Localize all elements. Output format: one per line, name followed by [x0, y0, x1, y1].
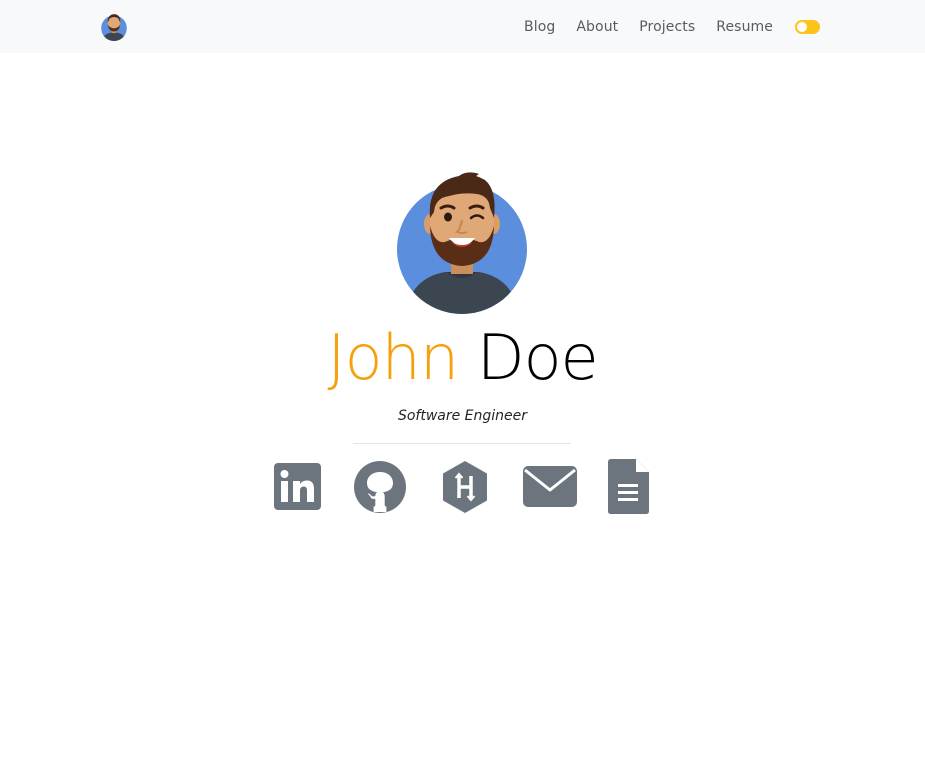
avatar-icon: [101, 14, 127, 41]
toggle-knob: [797, 21, 807, 32]
hackerrank-link[interactable]: [440, 461, 490, 513]
email-link[interactable]: [523, 466, 577, 507]
nav-avatar-logo[interactable]: [100, 13, 128, 41]
theme-toggle-switch[interactable]: [795, 19, 820, 34]
linkedin-link[interactable]: [274, 463, 321, 510]
avatar-icon: [397, 172, 527, 314]
nav-link-resume[interactable]: Resume: [716, 19, 773, 35]
hackerrank-icon: [443, 461, 487, 513]
github-link[interactable]: [354, 461, 406, 513]
first-name: John: [327, 321, 459, 394]
nav-links: Blog About Projects Resume: [524, 0, 820, 53]
nav-link-about[interactable]: About: [576, 19, 618, 35]
nav-link-blog[interactable]: Blog: [524, 19, 555, 35]
profile-avatar: [397, 172, 527, 314]
linkedin-icon: [274, 463, 321, 510]
last-name: Doe: [476, 321, 599, 394]
resume-link[interactable]: [608, 459, 649, 514]
hero-name: John Doe: [0, 318, 925, 398]
envelope-icon: [523, 466, 577, 507]
navbar: Blog About Projects Resume: [0, 0, 925, 53]
divider: [353, 443, 571, 444]
nav-link-projects[interactable]: Projects: [639, 19, 695, 35]
github-icon: [354, 461, 406, 513]
subtitle-role: Software Engineer: [397, 408, 528, 424]
document-icon: [608, 459, 649, 514]
